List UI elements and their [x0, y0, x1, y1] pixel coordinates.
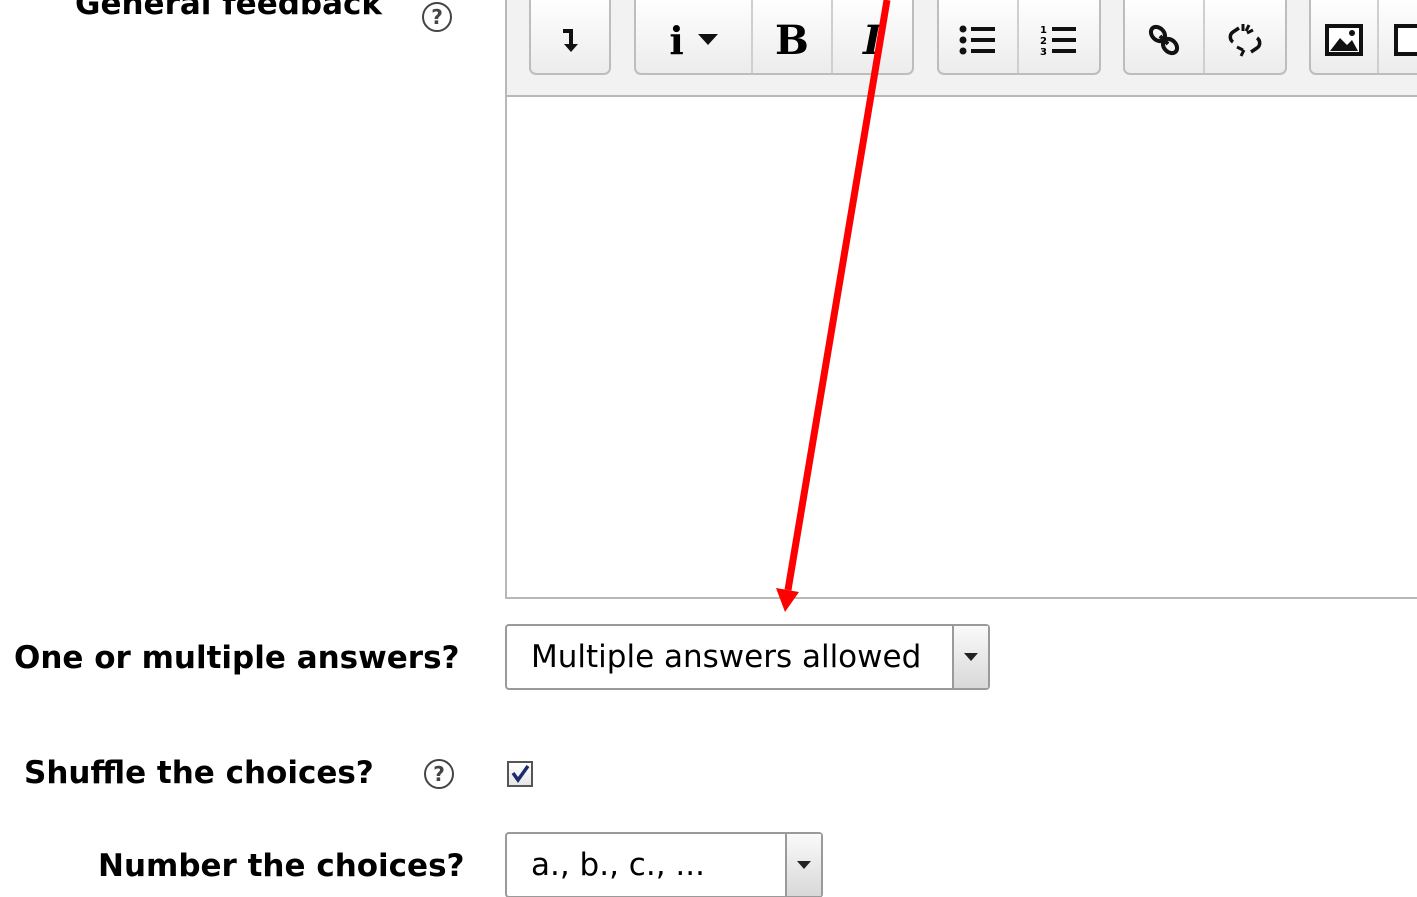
editor-content-area[interactable]	[507, 97, 1417, 597]
toolbar-group-collapse	[529, 0, 611, 75]
unlink-button[interactable]	[1205, 0, 1285, 73]
general-feedback-editor: i B I 1 2 3	[505, 0, 1417, 599]
ordered-list-button[interactable]: 1 2 3	[1019, 0, 1099, 73]
link-button[interactable]	[1125, 0, 1205, 73]
media-icon	[1394, 24, 1417, 56]
italic-icon: I	[862, 16, 882, 64]
number-choices-select[interactable]: a., b., c., ...	[505, 832, 823, 897]
image-icon	[1325, 24, 1364, 56]
number-choices-label: Number the choices?	[98, 848, 465, 884]
shuffle-checkbox[interactable]	[507, 761, 533, 787]
bold-button[interactable]: B	[753, 0, 833, 73]
dropdown-button[interactable]	[952, 626, 988, 688]
italic-button[interactable]: I	[833, 0, 912, 73]
dropdown-button[interactable]	[785, 834, 821, 896]
paragraph-style-icon: i	[669, 17, 684, 63]
number-choices-value: a., b., c., ...	[531, 847, 705, 883]
one-or-multiple-select[interactable]: Multiple answers allowed	[505, 624, 990, 690]
checkmark-icon	[511, 764, 530, 784]
chevron-down-icon	[964, 653, 978, 661]
toolbar-group-lists: 1 2 3	[937, 0, 1101, 75]
unordered-list-button[interactable]	[939, 0, 1019, 73]
bold-icon: B	[774, 16, 809, 64]
editor-toolbar: i B I 1 2 3	[507, 0, 1417, 97]
image-button[interactable]	[1311, 0, 1380, 73]
general-feedback-help-icon[interactable]: ?	[422, 2, 452, 32]
svg-text:2: 2	[1040, 36, 1047, 47]
collapse-icon	[563, 29, 578, 52]
shuffle-label: Shuffle the choices?	[24, 755, 374, 791]
chevron-down-icon	[697, 34, 718, 45]
toolbar-group-links	[1123, 0, 1287, 75]
shuffle-help-icon[interactable]: ?	[424, 759, 454, 789]
svg-text:3: 3	[1040, 47, 1047, 57]
paragraph-style-button[interactable]: i	[636, 0, 754, 73]
general-feedback-label: General feedback	[75, 0, 383, 22]
one-or-multiple-value: Multiple answers allowed	[531, 639, 922, 675]
svg-text:1: 1	[1040, 25, 1047, 36]
question-settings-form: General feedback ? i B I 1 2 3 One or mu…	[0, 0, 1417, 897]
ordered-list-icon: 1 2 3	[1040, 25, 1076, 57]
more-media-button[interactable]	[1379, 0, 1417, 73]
unordered-list-icon	[959, 25, 995, 55]
toolbar-group-media	[1309, 0, 1417, 75]
collapse-toolbar-button[interactable]	[531, 0, 609, 73]
chevron-down-icon	[797, 861, 811, 869]
unlink-icon	[1228, 24, 1262, 57]
toolbar-group-text: i B I	[634, 0, 914, 75]
link-icon	[1148, 24, 1180, 56]
one-or-multiple-label: One or multiple answers?	[14, 640, 460, 676]
